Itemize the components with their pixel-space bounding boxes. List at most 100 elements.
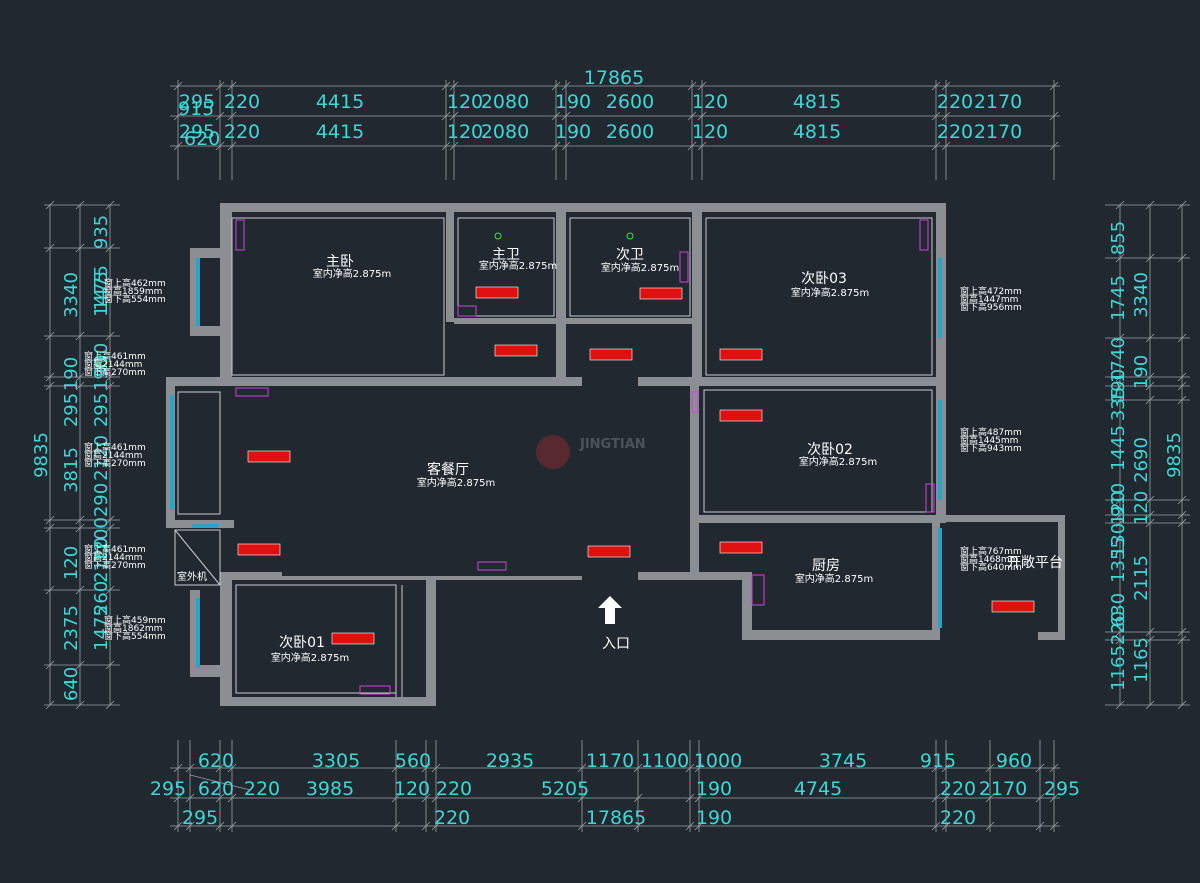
left-dim-value: 3815 <box>61 447 82 493</box>
left-dim-value: 640 <box>61 667 82 701</box>
left-dim-value: 935 <box>91 215 112 249</box>
room-height: 室内净高2.875m <box>479 259 557 272</box>
right-dim-value: 855 <box>1108 221 1129 255</box>
bottom-dim-value: 620 <box>198 778 234 800</box>
right-dim-value: 335 <box>1108 387 1129 421</box>
top-row1-sub: 915 <box>178 98 214 120</box>
heater-icon <box>247 450 291 463</box>
entrance-label: 入口 <box>602 636 630 652</box>
top-dim-value: 4815 <box>793 91 841 113</box>
bottom-dim-value: 220 <box>244 778 280 800</box>
right-dim-value: 130 <box>1108 523 1129 557</box>
bottom-dim-value: 220 <box>436 778 472 800</box>
window-note: 窗上高462mm窗高1859mm窗下高554mm <box>104 277 166 305</box>
top-dim-row-1: 295 220 4415 1202080 190 2600 120 4815 220 2170 <box>179 91 1022 113</box>
left-dim-outer: 3340 190295 3815 120 2375 640 <box>61 272 82 701</box>
svg-text:JINGTIAN: JINGTIAN <box>579 437 646 452</box>
entrance-arrow-icon <box>598 596 622 624</box>
bottom-dim-value: 5205 <box>541 778 589 800</box>
floor-plan-canvas: 17865 295 220 4415 1202080 190 2600 120 4815 220… <box>31 67 1190 832</box>
bottom-dim-value: 220 <box>940 807 976 829</box>
bottom-dim-value: 17865 <box>586 807 646 829</box>
window-note: 窗上高461mm窗高2144mm窗下高270mm <box>84 543 146 571</box>
room-name: 客餐厅 <box>427 461 469 478</box>
drain-icon <box>626 232 634 240</box>
window-note: 窗上高767mm窗高1468mm窗下高640mm <box>960 545 1022 573</box>
window-note-line: 窗下高270mm <box>84 559 146 571</box>
left-dim-value: 190 <box>61 357 82 391</box>
bottom-dim-value: 3745 <box>819 750 867 772</box>
top-dim-value: 220 <box>937 91 973 113</box>
bottom-dim-value: 1000 <box>694 750 742 772</box>
top-dim-row-2: 295 220 4415 1202080 190 2600 120 4815 220 2170 <box>179 121 1022 143</box>
left-dim-value: 290 <box>91 483 112 517</box>
room-height: 室内净高2.875m <box>795 572 873 585</box>
left-dim-value: 295 <box>61 393 82 427</box>
right-total-dim: 9835 <box>1164 432 1185 478</box>
right-dim-inner: 8551745174019033514459101201355130630220… <box>1108 221 1129 691</box>
top-dim-value: 220 <box>937 121 973 143</box>
top-dim-value: 120 <box>447 91 483 113</box>
heater-icon <box>639 287 683 300</box>
heater-icon <box>331 632 375 645</box>
heater-icon <box>589 348 633 361</box>
left-dim-value: 3340 <box>61 272 82 318</box>
right-dim-value: 2115 <box>1131 555 1152 601</box>
window-note-line: 窗下高270mm <box>84 366 146 378</box>
window-note-line: 窗下高956mm <box>960 301 1022 313</box>
window-note-line: 窗下高640mm <box>960 561 1022 573</box>
room-name: 次卧01 <box>279 635 325 651</box>
top-total-dim: 17865 <box>584 67 644 89</box>
top-dim-value: 2600 <box>606 91 654 113</box>
heater-icon <box>719 541 763 554</box>
top-dim-value: 190 <box>555 121 591 143</box>
bottom-dim-row-2: 295 620 220 3985 120 220 5205 190 4745 220 2170 295 <box>150 778 1080 800</box>
room-height: 室内净高2.875m <box>799 455 877 468</box>
heater-icon <box>719 348 763 361</box>
top-dim-value: 120 <box>447 121 483 143</box>
room-name: 厨房 <box>812 558 840 574</box>
watermark-logo: JINGTIAN <box>536 435 646 469</box>
right-dim-value: 1445 <box>1108 425 1129 471</box>
window-note-line: 窗下高270mm <box>84 457 146 469</box>
right-dim-value: 2690 <box>1131 437 1152 483</box>
right-dim-value: 120 <box>1131 491 1152 525</box>
top-dim-value: 220 <box>224 121 260 143</box>
right-dim-value: 190 <box>1131 355 1152 389</box>
right-dim-value: 220 <box>1108 611 1129 645</box>
right-dim-value: 1165 <box>1131 637 1152 683</box>
heater-icon <box>991 600 1035 613</box>
top-dim-value: 120 <box>692 121 728 143</box>
room-height: 室内净高2.875m <box>417 476 495 489</box>
top-dim-value: 4415 <box>316 121 364 143</box>
top-dim-value: 4415 <box>316 91 364 113</box>
bottom-dim-value: 120 <box>394 778 430 800</box>
room-height: 室内净高2.875m <box>791 286 869 299</box>
bottom-dim-value: 295 <box>150 778 186 800</box>
bottom-dim-value: 4745 <box>794 778 842 800</box>
bottom-dim-value: 560 <box>395 750 431 772</box>
top-dim-value: 2170 <box>974 121 1022 143</box>
left-dim-value: 2375 <box>61 605 82 651</box>
right-dim-value: 1165 <box>1108 645 1129 691</box>
window-note-line: 窗下高554mm <box>104 630 166 642</box>
top-dim-value: 2600 <box>606 121 654 143</box>
room-height: 室内净高2.875m <box>601 261 679 274</box>
top-dim-value: 2080 <box>481 121 529 143</box>
outdoor-unit-label: 室外机 <box>177 570 207 583</box>
heater-icon <box>237 543 281 556</box>
bottom-dim-value: 1170 <box>586 750 634 772</box>
top-dim-value: 2170 <box>974 91 1022 113</box>
window-note-line: 窗下高554mm <box>104 293 166 305</box>
bottom-dim-value: 220 <box>940 778 976 800</box>
room-height: 室内净高2.875m <box>313 267 391 280</box>
window-note: 窗上高472mm窗高1447mm窗下高956mm <box>960 285 1022 313</box>
right-dim-outer: 3340 190 2690 120 2115 1165 <box>1131 272 1152 683</box>
bottom-dim-value: 620 <box>198 750 234 772</box>
room-name: 次卧02 <box>807 442 853 458</box>
left-total-dim: 9835 <box>31 432 52 478</box>
right-dim-value: 120 <box>1108 491 1129 525</box>
bottom-dim-value: 295 <box>182 807 218 829</box>
bottom-dim-value: 915 <box>920 750 956 772</box>
bottom-dim-row-1: 620 3305 560 2935 1170 1100 1000 3745 915 960 <box>198 750 1032 772</box>
